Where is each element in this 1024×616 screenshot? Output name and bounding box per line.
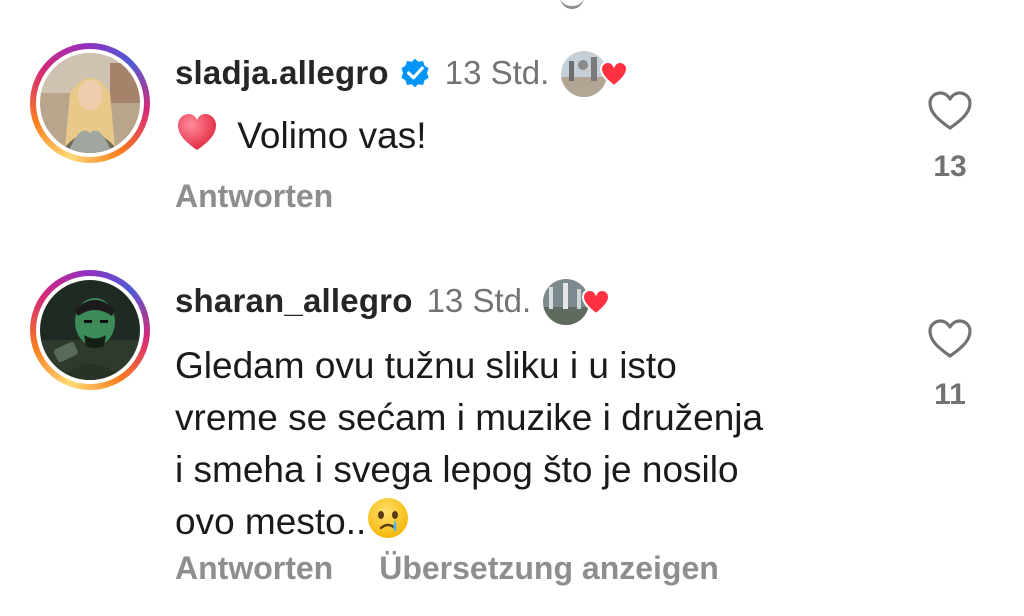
avatar[interactable] [40,280,140,380]
red-heart-emoji-icon [178,114,216,150]
comment-text: Gledam ovu tužnu sliku i u isto vreme se… [175,340,895,548]
comment-text-line: Gledam ovu tužnu sliku i u isto [175,345,677,386]
creator-liked-indicator [543,276,617,326]
comment-text-content: Volimo vas! [237,115,427,156]
username[interactable]: sladja.allegro [175,54,389,92]
like-count: 11 [934,378,966,411]
translate-button[interactable]: Übersetzung anzeigen [379,550,719,587]
reply-button[interactable]: Antworten [175,178,333,215]
comment-text-line: ovo mesto.. [175,501,367,542]
reply-button[interactable]: Antworten [175,550,333,587]
heart-outline-icon[interactable] [927,90,973,132]
like-column: 13 [920,90,980,184]
like-column: 11 [920,318,980,412]
clipped-text-fragment [560,0,584,9]
red-heart-icon [600,60,629,88]
timestamp: 13 Std. [426,282,532,319]
crying-face-emoji-icon [368,498,409,538]
avatar[interactable] [40,53,140,153]
comment-text-line: i smeha i svega lepog što je nosilo [175,449,739,490]
verified-badge-icon [401,58,429,88]
comment-text-line: vreme se sećam i muzike i druženja [175,397,764,438]
story-ring[interactable] [30,43,150,163]
story-ring[interactable] [30,270,150,390]
like-count: 13 [933,150,967,183]
creator-liked-indicator [561,48,635,98]
username[interactable]: sharan_allegro [175,282,413,320]
timestamp: 13 Std. [444,54,550,91]
heart-outline-icon[interactable] [927,318,973,360]
comment-text: Volimo vas! [175,110,895,162]
red-heart-icon [582,288,611,316]
